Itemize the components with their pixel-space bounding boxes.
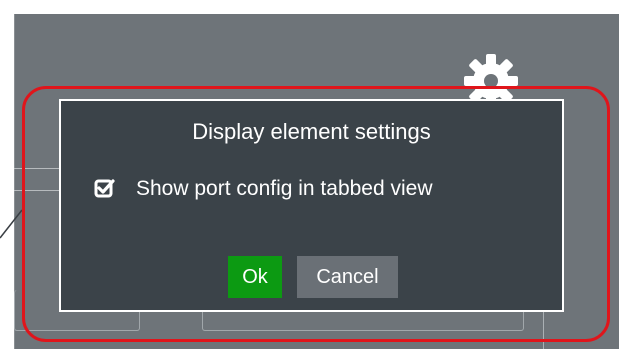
ok-button[interactable]: Ok [228,256,282,298]
cancel-button[interactable]: Cancel [297,256,398,298]
dialog-title: Display element settings [192,119,431,144]
display-element-settings-dialog: Display element settings Show port confi… [59,99,564,312]
show-port-config-checkbox[interactable]: Show port config in tabbed view [94,177,433,201]
checkbox-label: Show port config in tabbed view [136,177,433,200]
checkbox-checked-icon[interactable] [94,178,116,200]
